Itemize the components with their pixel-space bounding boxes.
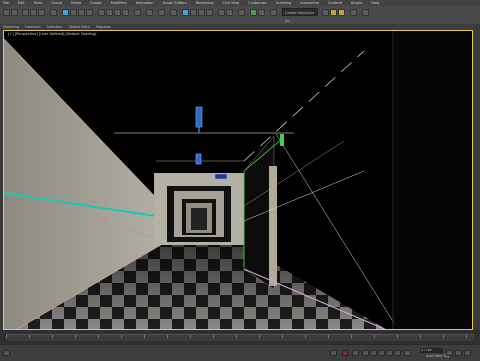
move-icon[interactable]	[98, 9, 105, 16]
time-configuration-icon[interactable]	[404, 350, 411, 356]
blue-light-gizmo	[195, 106, 228, 180]
main-toolbar: Create Selection Se	[0, 6, 480, 25]
previous-frame-icon[interactable]	[370, 350, 377, 356]
render-setup-icon[interactable]	[322, 9, 329, 16]
menu-arnold[interactable]: Arnold	[351, 1, 362, 5]
menu-interactive[interactable]: Interactive	[300, 1, 319, 5]
menu-group[interactable]: Group	[51, 1, 62, 5]
link-icon[interactable]	[22, 9, 29, 16]
snaps-toggle-icon[interactable]	[182, 9, 189, 16]
rendered-frame-window-icon[interactable]	[330, 9, 337, 16]
menu-scripting[interactable]: Scripting	[276, 1, 292, 5]
ribbon-tab-object-paint[interactable]: Object Paint	[69, 25, 90, 29]
menu-tools[interactable]: Tools	[34, 1, 43, 5]
unlink-icon[interactable]	[30, 9, 37, 16]
menu-civil-view[interactable]: Civil View	[222, 1, 239, 5]
rectangular-selection-icon[interactable]	[78, 9, 85, 16]
spinner-snap-icon[interactable]	[206, 9, 213, 16]
angle-snap-icon[interactable]	[190, 9, 197, 16]
undo-icon[interactable]	[3, 9, 10, 16]
timeline[interactable]	[0, 330, 480, 344]
redo-icon[interactable]	[11, 9, 18, 16]
ribbon-tab-modeling[interactable]: Modeling	[3, 25, 19, 29]
menu-customize[interactable]: Customize	[248, 1, 266, 5]
selection-set-field[interactable]: Create Selection Se	[282, 8, 318, 23]
set-key-icon[interactable]	[352, 350, 359, 356]
ribbon-tab-freeform[interactable]: Freeform	[25, 25, 41, 29]
go-to-start-icon[interactable]	[362, 350, 369, 356]
window-crossing-icon[interactable]	[86, 9, 93, 16]
next-frame-icon[interactable]	[386, 350, 393, 356]
rotate-icon[interactable]	[106, 9, 113, 16]
menu-help[interactable]: Help	[371, 1, 379, 5]
bind-space-warp-icon[interactable]	[38, 9, 45, 16]
place-icon[interactable]	[122, 9, 129, 16]
menu-edit[interactable]: Edit	[18, 1, 25, 5]
schematic-view-icon[interactable]	[258, 9, 265, 16]
arnold-render-icon[interactable]	[350, 9, 357, 16]
menu-create[interactable]: Create	[90, 1, 102, 5]
viewport-scene	[4, 31, 472, 329]
selection-filter-icon[interactable]	[50, 9, 57, 16]
command-panel-strip	[473, 30, 480, 330]
ribbon-tab-selection[interactable]: Selection	[47, 25, 63, 29]
menu-content[interactable]: Content	[328, 1, 342, 5]
menu-modifiers[interactable]: Modifiers	[111, 1, 127, 5]
mirror-icon[interactable]	[218, 9, 225, 16]
keyboard-shortcut-icon[interactable]	[170, 9, 177, 16]
select-by-name-icon[interactable]	[70, 9, 77, 16]
green-light-icon	[280, 134, 284, 146]
menu-graph-editors[interactable]: Graph Editors	[163, 1, 187, 5]
menu-views[interactable]: Views	[71, 1, 81, 5]
viewport-right-region	[394, 31, 472, 329]
curve-editor-icon[interactable]	[250, 9, 257, 16]
pivot-center-icon[interactable]	[146, 9, 153, 16]
align-icon[interactable]	[226, 9, 233, 16]
menu-animation[interactable]: Animation	[136, 1, 154, 5]
render-production-icon[interactable]	[338, 9, 345, 16]
orbit-icon[interactable]	[455, 350, 462, 356]
maximize-viewport-icon[interactable]	[464, 350, 471, 356]
menu-file[interactable]: File	[3, 1, 9, 5]
go-to-end-icon[interactable]	[394, 350, 401, 356]
select-manipulate-icon[interactable]	[158, 9, 165, 16]
layer-explorer-icon[interactable]	[238, 9, 245, 16]
reference-coordinate-icon[interactable]	[134, 9, 141, 16]
perspective-viewport[interactable]: [+] [Perspective] [User Defined] [Defaul…	[3, 30, 473, 330]
lock-selection-icon[interactable]	[330, 350, 337, 356]
auto-key-icon[interactable]	[342, 350, 348, 356]
timeline-track[interactable]	[6, 334, 474, 341]
right-door-frame	[269, 166, 277, 286]
current-frame-field[interactable]: 0 / 100	[420, 348, 443, 353]
material-editor-icon[interactable]	[270, 9, 277, 16]
scale-icon[interactable]	[114, 9, 121, 16]
zoom-icon[interactable]	[446, 350, 453, 356]
workspace-icon[interactable]	[362, 9, 369, 16]
corridor-frames	[154, 173, 244, 245]
select-object-icon[interactable]	[62, 9, 69, 16]
maxscript-listener-icon[interactable]	[3, 350, 10, 356]
status-bar: 0 / 100 Add Time Tag	[0, 344, 480, 361]
ribbon-tab-populate[interactable]: Populate	[96, 25, 111, 29]
viewport-label[interactable]: [+] [Perspective] [User Defined] [Defaul…	[8, 32, 96, 36]
play-icon[interactable]	[378, 350, 385, 356]
menu-rendering[interactable]: Rendering	[196, 1, 214, 5]
percent-snap-icon[interactable]	[198, 9, 205, 16]
